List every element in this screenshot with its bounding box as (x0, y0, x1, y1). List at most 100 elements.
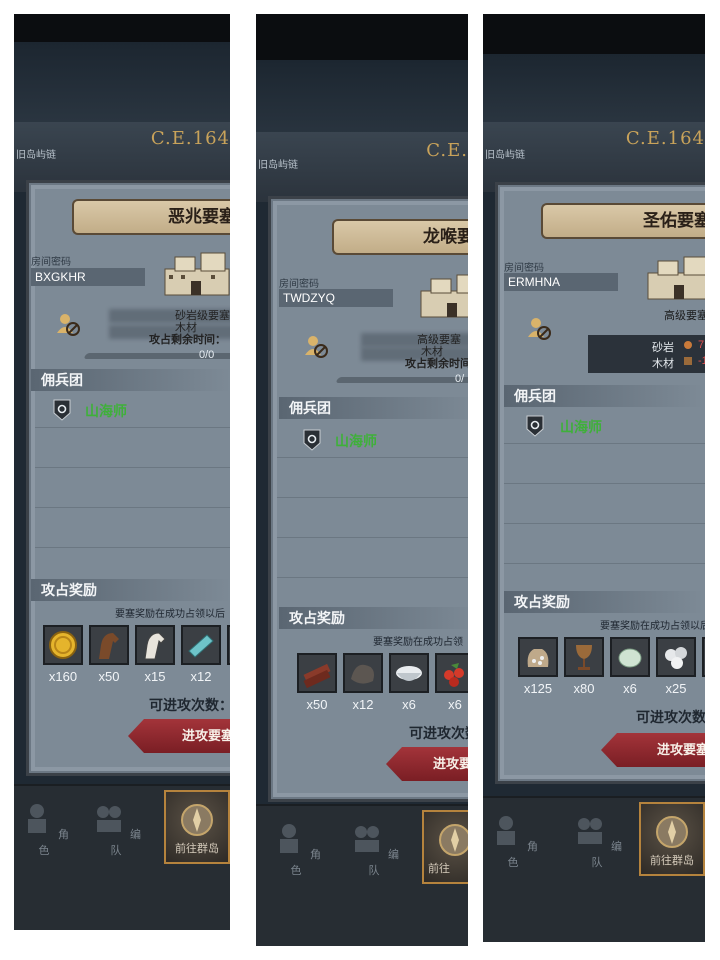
mercenary-name[interactable]: 山海师 (335, 431, 377, 451)
rewards-section-header: 攻占奖励 (504, 591, 704, 613)
attack-fortress-button[interactable]: 进攻要塞 (601, 733, 705, 767)
reward-item[interactable] (610, 637, 650, 677)
material-value: -1 (698, 355, 705, 367)
nav-formation[interactable]: 编队 (567, 812, 627, 870)
divider (504, 443, 705, 444)
nav-formation[interactable]: 编队 (344, 820, 404, 878)
panel-body: 龙喉要 房间密码 TWDZYQ 高级要塞 木材 攻占剩余时间 0/ 佣兵团 山海… (277, 205, 468, 793)
mercenary-name[interactable]: 山海师 (560, 417, 602, 437)
room-code-value: ERMHNA (504, 273, 618, 291)
divider (504, 483, 705, 484)
old-map-label[interactable]: 旧岛屿链 (258, 156, 298, 171)
reward-item[interactable] (89, 625, 129, 665)
mercenary-name[interactable]: 山海师 (85, 401, 127, 421)
divider (504, 563, 705, 564)
screenshot-3: 旧岛屿链 C.E.164 圣佑要塞 房间密码 ERMHNA 高级要塞 砂岩 7 … (483, 14, 705, 942)
attack-fortress-button[interactable]: 进攻要塞 (128, 719, 230, 753)
bottom-nav: 角色 编队 前往群岛 (14, 784, 230, 930)
guild-shield-icon (303, 429, 321, 451)
nav-go-islands[interactable]: 前往群岛 (639, 802, 705, 876)
reward-item[interactable] (702, 637, 705, 677)
compass-icon (439, 824, 468, 856)
reward-item[interactable] (343, 653, 383, 693)
item-count: x12 (190, 669, 212, 684)
attack-time-label: 攻占剩余时间： (149, 334, 226, 346)
reward-note: 要塞奖励在成功占领 (373, 637, 463, 648)
room-code-label: 房间密码 (504, 263, 544, 274)
era-text: C.E.164 (150, 128, 230, 149)
guild-shield-icon (526, 415, 544, 437)
item-count: x50 (98, 669, 120, 684)
guild-shield-icon (53, 399, 71, 421)
rewards-section-header: 攻占奖励 (279, 607, 468, 629)
nav-character[interactable]: 角色 (266, 820, 326, 878)
attack-fortress-button[interactable]: 进攻要 (386, 747, 468, 781)
reward-item[interactable] (227, 625, 230, 665)
attack-time-label: 攻占剩余时间 (405, 358, 468, 370)
berries-icon (444, 663, 464, 687)
status-bar (14, 14, 230, 42)
reward-note: 要塞奖励在成功占领以后 (600, 621, 705, 632)
compass-icon (181, 804, 213, 836)
room-code-value: BXGKHR (31, 268, 145, 286)
reward-item[interactable] (564, 637, 604, 677)
item-count: x25 (665, 681, 687, 696)
user-blocked-icon (305, 336, 328, 358)
reward-item[interactable] (135, 625, 175, 665)
goblet-icon (576, 645, 592, 670)
salt-bowl-icon (396, 666, 422, 681)
squad-icon (96, 806, 121, 832)
reward-item[interactable] (518, 637, 558, 677)
material-value: 7 (698, 339, 705, 351)
bottom-nav: 角色 编队 前往群岛 (483, 796, 705, 942)
reward-item[interactable] (435, 653, 468, 693)
fortress-icon (647, 256, 705, 300)
divider (35, 427, 230, 428)
background-top (14, 42, 230, 122)
divider (277, 577, 468, 578)
brown-horse-icon (99, 633, 119, 659)
reward-item[interactable] (181, 625, 221, 665)
nav-formation[interactable]: 编队 (86, 800, 146, 858)
old-map-label[interactable]: 旧岛屿链 (16, 146, 56, 161)
reward-item[interactable] (656, 637, 696, 677)
nav-go-islands[interactable]: 前往 (422, 810, 468, 884)
progress-text: 0/ (455, 373, 465, 385)
nav-character[interactable]: 角色 (483, 812, 543, 870)
compass-icon (656, 816, 688, 848)
mercenary-section-header: 佣兵团 (279, 397, 468, 419)
fortress-panel: 恶兆要塞 房间密码 BXGKHR 砂岩级要塞 木材 攻占剩余时间： 0/0 佣兵… (26, 180, 230, 776)
nav-character[interactable]: 角色 (14, 800, 74, 858)
progress-bar (335, 377, 468, 383)
knight-icon (279, 824, 298, 853)
user-blocked-icon (528, 318, 551, 340)
era-text: C.E. (426, 140, 468, 161)
attempts-label: 可进攻次数： (149, 697, 230, 713)
bottom-nav: 角色 编队 前往 (256, 804, 468, 946)
material-label: 木材 (652, 358, 674, 370)
panel-body: 恶兆要塞 房间密码 BXGKHR 砂岩级要塞 木材 攻占剩余时间： 0/0 佣兵… (31, 189, 230, 767)
user-blocked-icon (57, 314, 80, 336)
seed-sack-icon (527, 649, 549, 667)
nav-go-islands[interactable]: 前往群岛 (164, 790, 230, 864)
divider (277, 497, 468, 498)
progress-text: 0/0 (199, 349, 215, 361)
fortress-panel: 龙喉要 房间密码 TWDZYQ 高级要塞 木材 攻占剩余时间 0/ 佣兵团 山海… (268, 196, 468, 802)
gold-coin-icon (49, 631, 77, 659)
reward-item[interactable] (389, 653, 429, 693)
item-count: x160 (48, 669, 78, 684)
screenshot-1: 旧岛屿链 C.E.164 恶兆要塞 房间密码 BXGKHR 砂岩级要塞 木材 攻… (14, 14, 230, 930)
nav-label: 前往群岛 (175, 843, 219, 855)
fortress-panel: 圣佑要塞 房间密码 ERMHNA 高级要塞 砂岩 7 木材 -1 佣兵团 山海师… (495, 182, 705, 784)
fortress-title: 恶兆要塞 (72, 199, 230, 235)
material-label: 砂岩 (652, 342, 674, 354)
nav-label: 前往 (428, 863, 450, 875)
divider (35, 507, 230, 508)
old-map-label[interactable]: 旧岛屿链 (485, 146, 525, 161)
mercenary-section-header: 佣兵团 (31, 369, 230, 391)
item-count: x12 (352, 697, 374, 712)
background-top (483, 54, 705, 124)
reward-item[interactable] (43, 625, 83, 665)
reward-item[interactable] (297, 653, 337, 693)
fortress-title: 龙喉要 (332, 219, 468, 255)
